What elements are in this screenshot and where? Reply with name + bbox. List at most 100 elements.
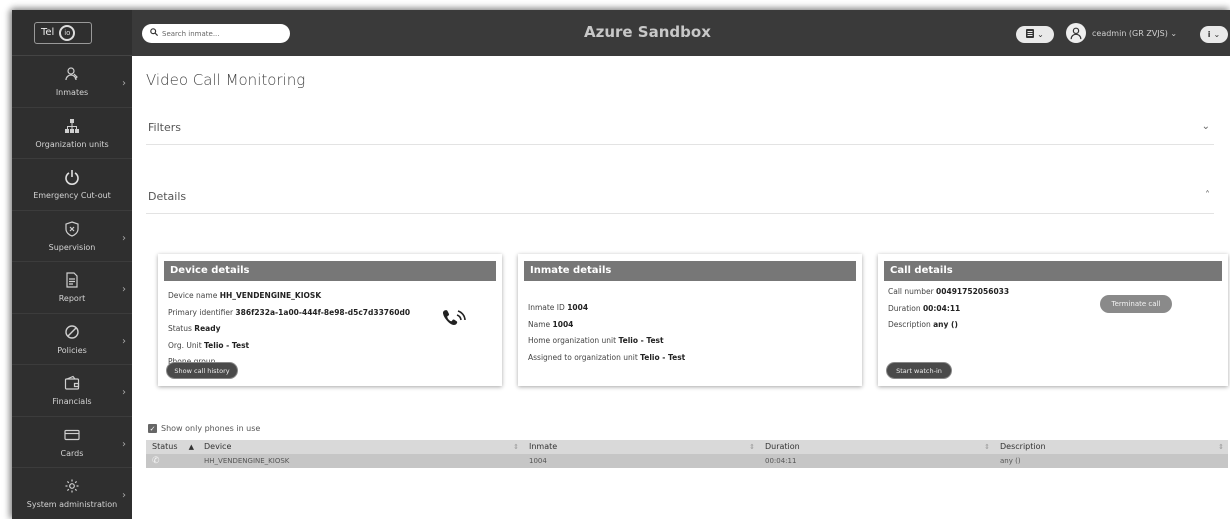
terminate-call-button[interactable]: Terminate call: [1100, 295, 1172, 313]
top-bar: Azure Sandbox ⌄ ceadmin (GR ZVJS) ⌄ i ⌄: [132, 10, 1230, 56]
gear-icon: [63, 477, 81, 495]
details-section-header[interactable]: Details ˄: [146, 178, 1214, 214]
sidebar-item-label: Cards: [60, 448, 84, 458]
sidebar-item-cards[interactable]: Cards ›: [12, 417, 132, 468]
column-description-label: Description: [1000, 442, 1046, 451]
cell-description: any (): [1000, 457, 1021, 465]
inmate-details-card: Inmate details Inmate ID 1004 Name 1004 …: [518, 254, 862, 386]
sort-ascending-icon: ▲: [188, 443, 194, 451]
call-details-heading: Call details: [884, 261, 1222, 281]
sidebar-item-financials[interactable]: Financials ›: [12, 365, 132, 417]
column-inmate-label: Inmate: [529, 442, 558, 451]
logo-text: Tel: [41, 27, 55, 38]
inmate-id-row: Inmate ID 1004: [528, 300, 685, 317]
sort-icon: ⇕: [984, 443, 990, 451]
inmate-name-label: Name: [528, 319, 551, 329]
sidebar-item-label: System administration: [26, 500, 118, 510]
sort-icon: ⇕: [1218, 443, 1224, 451]
call-number-label: Call number: [888, 287, 934, 296]
sidebar-item-system-administration[interactable]: System administration ›: [12, 468, 132, 519]
status-row: Status Ready: [168, 321, 410, 338]
column-device-label: Device: [204, 442, 232, 451]
call-details-body: Call number 00491752056033 Duration 00:0…: [888, 284, 1009, 334]
show-call-history-button[interactable]: Show call history: [166, 362, 238, 379]
sidebar-item-policies[interactable]: Policies ›: [12, 314, 132, 365]
org-tree-icon: [63, 117, 81, 135]
chevron-right-icon: ›: [122, 232, 126, 244]
device-details-body: Device name HH_VENDENGINE_KIOSK Primary …: [168, 288, 410, 371]
search-icon: [150, 28, 159, 39]
sidebar-item-label: Emergency Cut-out: [33, 191, 111, 201]
search-input[interactable]: [162, 29, 282, 38]
app-window: Tel io Inmates › Organization units Emer…: [12, 10, 1230, 519]
chevron-right-icon: ›: [122, 284, 126, 295]
call-duration-row: Duration 00:04:11: [888, 301, 1009, 318]
start-watch-in-button[interactable]: Start watch-in: [886, 362, 952, 379]
column-status-label: Status: [152, 442, 178, 451]
phone-ringing-icon: [442, 308, 468, 339]
search-box[interactable]: [142, 24, 290, 43]
app-title: Azure Sandbox: [584, 23, 711, 41]
call-description-row: Description any (): [888, 317, 1009, 334]
primary-identifier-label: Primary identifier: [168, 307, 234, 317]
menu-dropdown-button[interactable]: ⌄: [1016, 26, 1054, 43]
call-description-label: Description: [888, 320, 931, 329]
telio-logo[interactable]: Tel io: [34, 21, 92, 44]
card-icon: [63, 426, 81, 444]
main-content: Video Call Monitoring Filters ⌄ Details …: [132, 56, 1230, 519]
column-device[interactable]: Device ⇕: [198, 440, 523, 454]
sidebar-item-organization-units[interactable]: Organization units: [12, 108, 132, 159]
chevron-down-icon: ⌄: [1213, 30, 1221, 39]
chevron-right-icon: ›: [122, 78, 126, 89]
column-inmate[interactable]: Inmate ⇕: [523, 440, 759, 454]
column-status[interactable]: Status ▲: [146, 440, 198, 454]
sidebar-item-report[interactable]: Report ›: [12, 262, 132, 314]
filters-label: Filters: [148, 121, 181, 134]
user-avatar-icon: [1066, 23, 1086, 43]
inmate-name-row: Name 1004: [528, 317, 685, 334]
inmate-id-label: Inmate ID: [528, 303, 565, 312]
call-description-value: any (): [933, 320, 958, 329]
user-menu[interactable]: ceadmin (GR ZVJS) ⌄: [1066, 23, 1177, 43]
primary-identifier-value: 386f232a-1a00-444f-8e98-d5c7d33760d0: [235, 307, 411, 317]
device-details-heading: Device details: [164, 261, 496, 281]
sidebar-item-emergency-cut-out[interactable]: Emergency Cut-out: [12, 159, 132, 211]
call-number-row: Call number 00491752056033: [888, 284, 1009, 301]
sidebar-item-label: Report: [58, 294, 86, 304]
sidebar-item-label: Supervision: [48, 242, 96, 252]
table-row[interactable]: ✆ HH_VENDENGINE_KIOSK 1004 00:04:11 any …: [146, 454, 1228, 468]
chevron-up-icon: ˄: [1205, 190, 1210, 201]
sidebar-item-label: Inmates: [55, 88, 89, 98]
phone-in-use-icon: ✆: [152, 456, 160, 466]
org-unit-row: Org. Unit Telio - Test: [168, 338, 410, 355]
info-dropdown-button[interactable]: i ⌄: [1200, 26, 1228, 43]
checkbox-checked[interactable]: ✓: [148, 424, 157, 433]
assigned-org-unit-value: Telio - Test: [640, 352, 686, 362]
power-icon: [63, 168, 81, 186]
home-org-unit-row: Home organization unit Telio - Test: [528, 333, 685, 350]
call-details-card: Call details Call number 00491752056033 …: [878, 254, 1228, 386]
show-only-phones-in-use-filter[interactable]: ✓ Show only phones in use: [148, 424, 260, 433]
ban-icon: [63, 323, 81, 341]
column-description[interactable]: Description ⇕: [994, 440, 1228, 454]
inmate-details-heading: Inmate details: [524, 261, 856, 281]
page-title: Video Call Monitoring: [146, 71, 306, 89]
sort-icon: ⇕: [749, 443, 755, 451]
logo-area: Tel io: [12, 10, 132, 56]
filters-section-header[interactable]: Filters ⌄: [146, 109, 1214, 145]
home-org-unit-value: Telio - Test: [618, 336, 664, 345]
org-unit-value: Telio - Test: [204, 340, 250, 350]
inmate-name-value: 1004: [552, 319, 574, 329]
device-name-value: HH_VENDENGINE_KIOSK: [219, 291, 322, 300]
inmates-icon: [63, 65, 81, 83]
cell-inmate: 1004: [529, 457, 547, 465]
home-org-unit-label: Home organization unit: [528, 336, 617, 345]
device-details-card: Device details Device name HH_VENDENGINE…: [158, 254, 502, 386]
assigned-org-unit-row: Assigned to organization unit Telio - Te…: [528, 350, 685, 367]
sidebar-item-supervision[interactable]: Supervision ›: [12, 211, 132, 262]
column-duration[interactable]: Duration ⇕: [759, 440, 994, 454]
chevron-down-icon: ⌄: [1201, 121, 1210, 132]
chevron-right-icon: ›: [122, 335, 126, 347]
sidebar-item-inmates[interactable]: Inmates ›: [12, 56, 132, 108]
inmate-details-body: Inmate ID 1004 Name 1004 Home organizati…: [528, 300, 685, 366]
